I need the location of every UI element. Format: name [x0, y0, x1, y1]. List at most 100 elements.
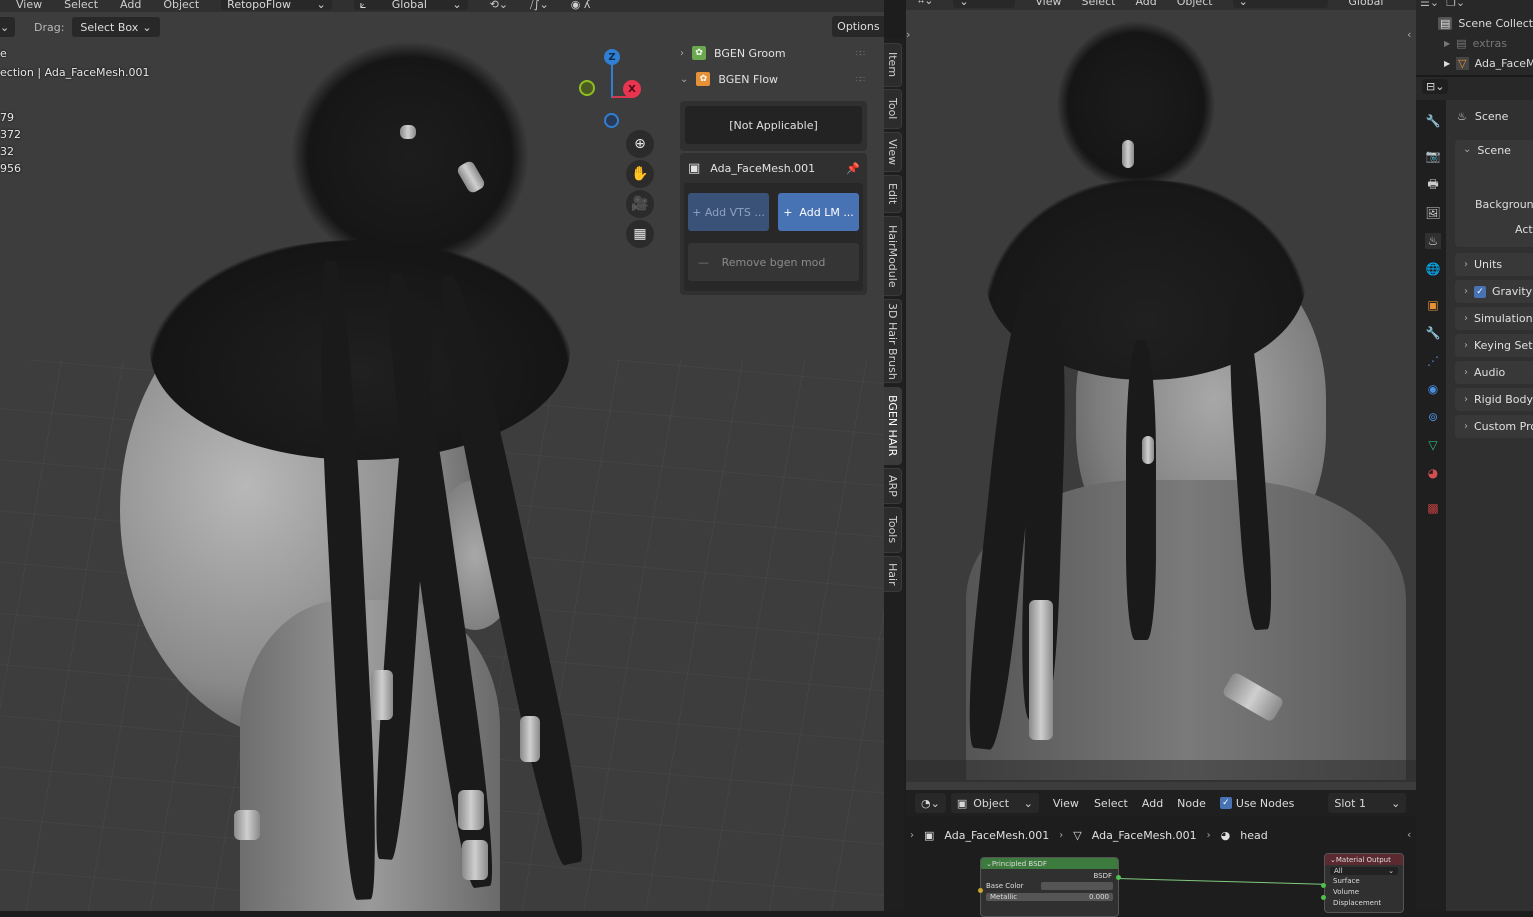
- object-tab-icon[interactable]: ▣: [1425, 297, 1441, 313]
- physics-tab-icon[interactable]: ◉: [1425, 381, 1441, 397]
- zoom-icon[interactable]: ⊕: [626, 130, 654, 158]
- texture-tab-icon[interactable]: ▩: [1425, 500, 1441, 516]
- tab-item[interactable]: Item: [884, 43, 902, 87]
- menu-object[interactable]: Object: [163, 0, 199, 10]
- menu-add[interactable]: Add: [1142, 797, 1163, 810]
- shader-type-dropdown[interactable]: ▣Object⌄: [951, 793, 1039, 813]
- pin-icon[interactable]: 📌: [846, 162, 860, 175]
- gizmo-z[interactable]: Z: [604, 49, 620, 65]
- modifier-tab-icon[interactable]: 🔧: [1425, 325, 1441, 341]
- proportional-edit-icon[interactable]: ◉ ʎ: [571, 0, 591, 10]
- options-dropdown[interactable]: Options⌄: [832, 16, 884, 37]
- output-tab-icon[interactable]: 🖶: [1425, 177, 1441, 193]
- menu-select[interactable]: Select: [1094, 797, 1128, 810]
- snap-icon[interactable]: ⧸∫⌄: [530, 0, 549, 10]
- editor-type-icon[interactable]: ⌗⌄: [918, 0, 933, 8]
- node-header: ⌄ Material Output: [1325, 854, 1403, 865]
- menu-object[interactable]: Object: [1177, 0, 1213, 8]
- menu-view[interactable]: View: [1035, 0, 1061, 8]
- use-nodes-checkbox[interactable]: ✓: [1220, 797, 1232, 809]
- gravity-checkbox[interactable]: ✓: [1474, 286, 1486, 298]
- tab-3d-hair-brush[interactable]: 3D Hair Brush: [884, 299, 902, 383]
- target-dropdown[interactable]: All⌄: [1330, 867, 1398, 875]
- editor-type-dropdown[interactable]: ◔⌄: [915, 793, 946, 813]
- add-lm-button[interactable]: + Add LM ...: [778, 193, 859, 231]
- panel-custom-properties[interactable]: ›Custom Pro: [1455, 415, 1533, 438]
- panel-keying-sets[interactable]: ›Keying Sets: [1455, 334, 1533, 357]
- panel-scene-header[interactable]: ⌄ Scene: [1463, 144, 1511, 157]
- panel-rigid-body[interactable]: ›Rigid Body: [1455, 388, 1533, 411]
- add-vts-button[interactable]: + Add VTS ...: [688, 193, 769, 231]
- outliner-item-extras[interactable]: ▶ ▤ extras: [1444, 37, 1507, 50]
- drag-select-dropdown[interactable]: Select Box⌄: [72, 17, 159, 37]
- viewport-left[interactable]: View Select Add Object RetopoFlow ⌄ ⟀ Gl…: [0, 0, 884, 911]
- grid-perspective-icon[interactable]: ▦: [626, 220, 654, 248]
- menu-view[interactable]: View: [1053, 797, 1079, 810]
- tab-tools[interactable]: Tools: [884, 507, 902, 553]
- menu-select[interactable]: Select: [64, 0, 98, 10]
- gizmo-neg-z[interactable]: [604, 113, 619, 128]
- panel-units[interactable]: ›Units: [1455, 253, 1533, 276]
- tab-hairmodule[interactable]: HairModule: [884, 216, 902, 296]
- remove-bgen-mod-button[interactable]: —Remove bgen mod: [688, 243, 859, 281]
- expand-arrow-icon[interactable]: ›: [910, 830, 914, 841]
- camera-icon[interactable]: 🎥: [626, 190, 654, 218]
- constraints-tab-icon[interactable]: ⊚: [1425, 409, 1441, 425]
- panel-bgen-groom[interactable]: › ✿ BGEN Groom ∷∷: [672, 40, 870, 66]
- retopoflow-menu[interactable]: RetopoFlow ⌄: [1233, 0, 1329, 8]
- menu-node[interactable]: Node: [1177, 797, 1206, 810]
- mode-dropdown[interactable]: ▣ Object Mode ⌄: [953, 0, 1015, 8]
- tab-view[interactable]: View: [884, 132, 902, 172]
- panel-bgen-flow[interactable]: ⌄ ✿ BGEN Flow ∷∷: [672, 66, 870, 92]
- retopoflow-menu[interactable]: RetopoFlow ⌄: [221, 0, 332, 10]
- socket-surface[interactable]: [1321, 883, 1326, 888]
- menu-add[interactable]: Add: [120, 0, 141, 10]
- render-tab-icon[interactable]: 📷: [1425, 148, 1441, 164]
- hand-pan-icon[interactable]: ✋: [626, 160, 654, 188]
- tab-bgen-hair[interactable]: BGEN HAIR: [884, 387, 902, 465]
- not-applicable-label: [Not Applicable]: [685, 106, 862, 144]
- material-tab-icon[interactable]: ◕: [1425, 465, 1441, 481]
- node-material-output[interactable]: ⌄ Material Output All⌄ Surface Volume Di…: [1324, 853, 1404, 913]
- viewport-right[interactable]: [906, 0, 1416, 790]
- outliner-item-ada-facemesh[interactable]: ▶ ▽ Ada_FaceM: [1444, 57, 1533, 70]
- outliner-item-scene-collection[interactable]: ▤ Scene Collect: [1438, 17, 1533, 30]
- menu-view[interactable]: View: [16, 0, 42, 10]
- base-color-field[interactable]: [1041, 882, 1113, 890]
- mode-dropdown-stub[interactable]: ⌄: [0, 17, 15, 37]
- axis-gizmo[interactable]: Z X: [575, 48, 655, 138]
- tab-edit[interactable]: Edit: [884, 175, 902, 213]
- editor-type-dropdown[interactable]: ⊟⌄: [1422, 79, 1448, 94]
- pivot-icon[interactable]: ⟲⌄: [490, 0, 508, 10]
- tool-tab-icon[interactable]: 🔧: [1425, 113, 1441, 129]
- node-principled-bsdf[interactable]: ⌄ Principled BSDF BSDF Base Color Metall…: [980, 857, 1119, 917]
- view-layer-tab-icon[interactable]: 🖼: [1425, 205, 1441, 221]
- metallic-field[interactable]: Metallic 0.000: [986, 893, 1113, 901]
- display-mode-icon[interactable]: ☰⌄ ❐⌄: [1420, 0, 1465, 9]
- menu-add[interactable]: Add: [1135, 0, 1156, 8]
- tab-hair[interactable]: Hair: [884, 556, 902, 592]
- collapse-right-arrow[interactable]: ‹: [1407, 28, 1411, 41]
- tab-tool[interactable]: Tool: [884, 89, 902, 129]
- panel-gravity[interactable]: ›✓Gravity: [1455, 280, 1533, 303]
- collapse-left-arrow[interactable]: ›: [906, 28, 910, 41]
- menu-select[interactable]: Select: [1082, 0, 1116, 8]
- scene-tab-icon[interactable]: ♨: [1425, 233, 1441, 249]
- tab-arp[interactable]: ARP: [884, 468, 902, 504]
- socket-base-color[interactable]: [978, 888, 983, 893]
- particles-tab-icon[interactable]: ⋰: [1425, 353, 1441, 369]
- panel-audio[interactable]: ›Audio: [1455, 361, 1533, 384]
- world-tab-icon[interactable]: 🌐: [1425, 261, 1441, 277]
- gizmo-x[interactable]: X: [623, 80, 641, 98]
- slot-dropdown[interactable]: Slot 1⌄: [1328, 793, 1406, 813]
- panel-simulation[interactable]: ›Simulation: [1455, 307, 1533, 330]
- collapse-sidebar-arrow[interactable]: ‹: [1407, 828, 1411, 841]
- socket-volume[interactable]: [1321, 895, 1326, 900]
- transform-orientation-dropdown[interactable]: ⟀ Global ⌄: [354, 0, 468, 10]
- gizmo-neg-y[interactable]: [579, 80, 595, 96]
- data-tab-icon[interactable]: ▽: [1425, 437, 1441, 453]
- drag-grip-icon[interactable]: ∷∷: [856, 49, 864, 58]
- drag-grip-icon[interactable]: ∷∷: [856, 75, 864, 84]
- transform-orientation-dropdown[interactable]: ⟀ Global: [1348, 0, 1403, 8]
- socket-bsdf-out[interactable]: [1116, 875, 1121, 880]
